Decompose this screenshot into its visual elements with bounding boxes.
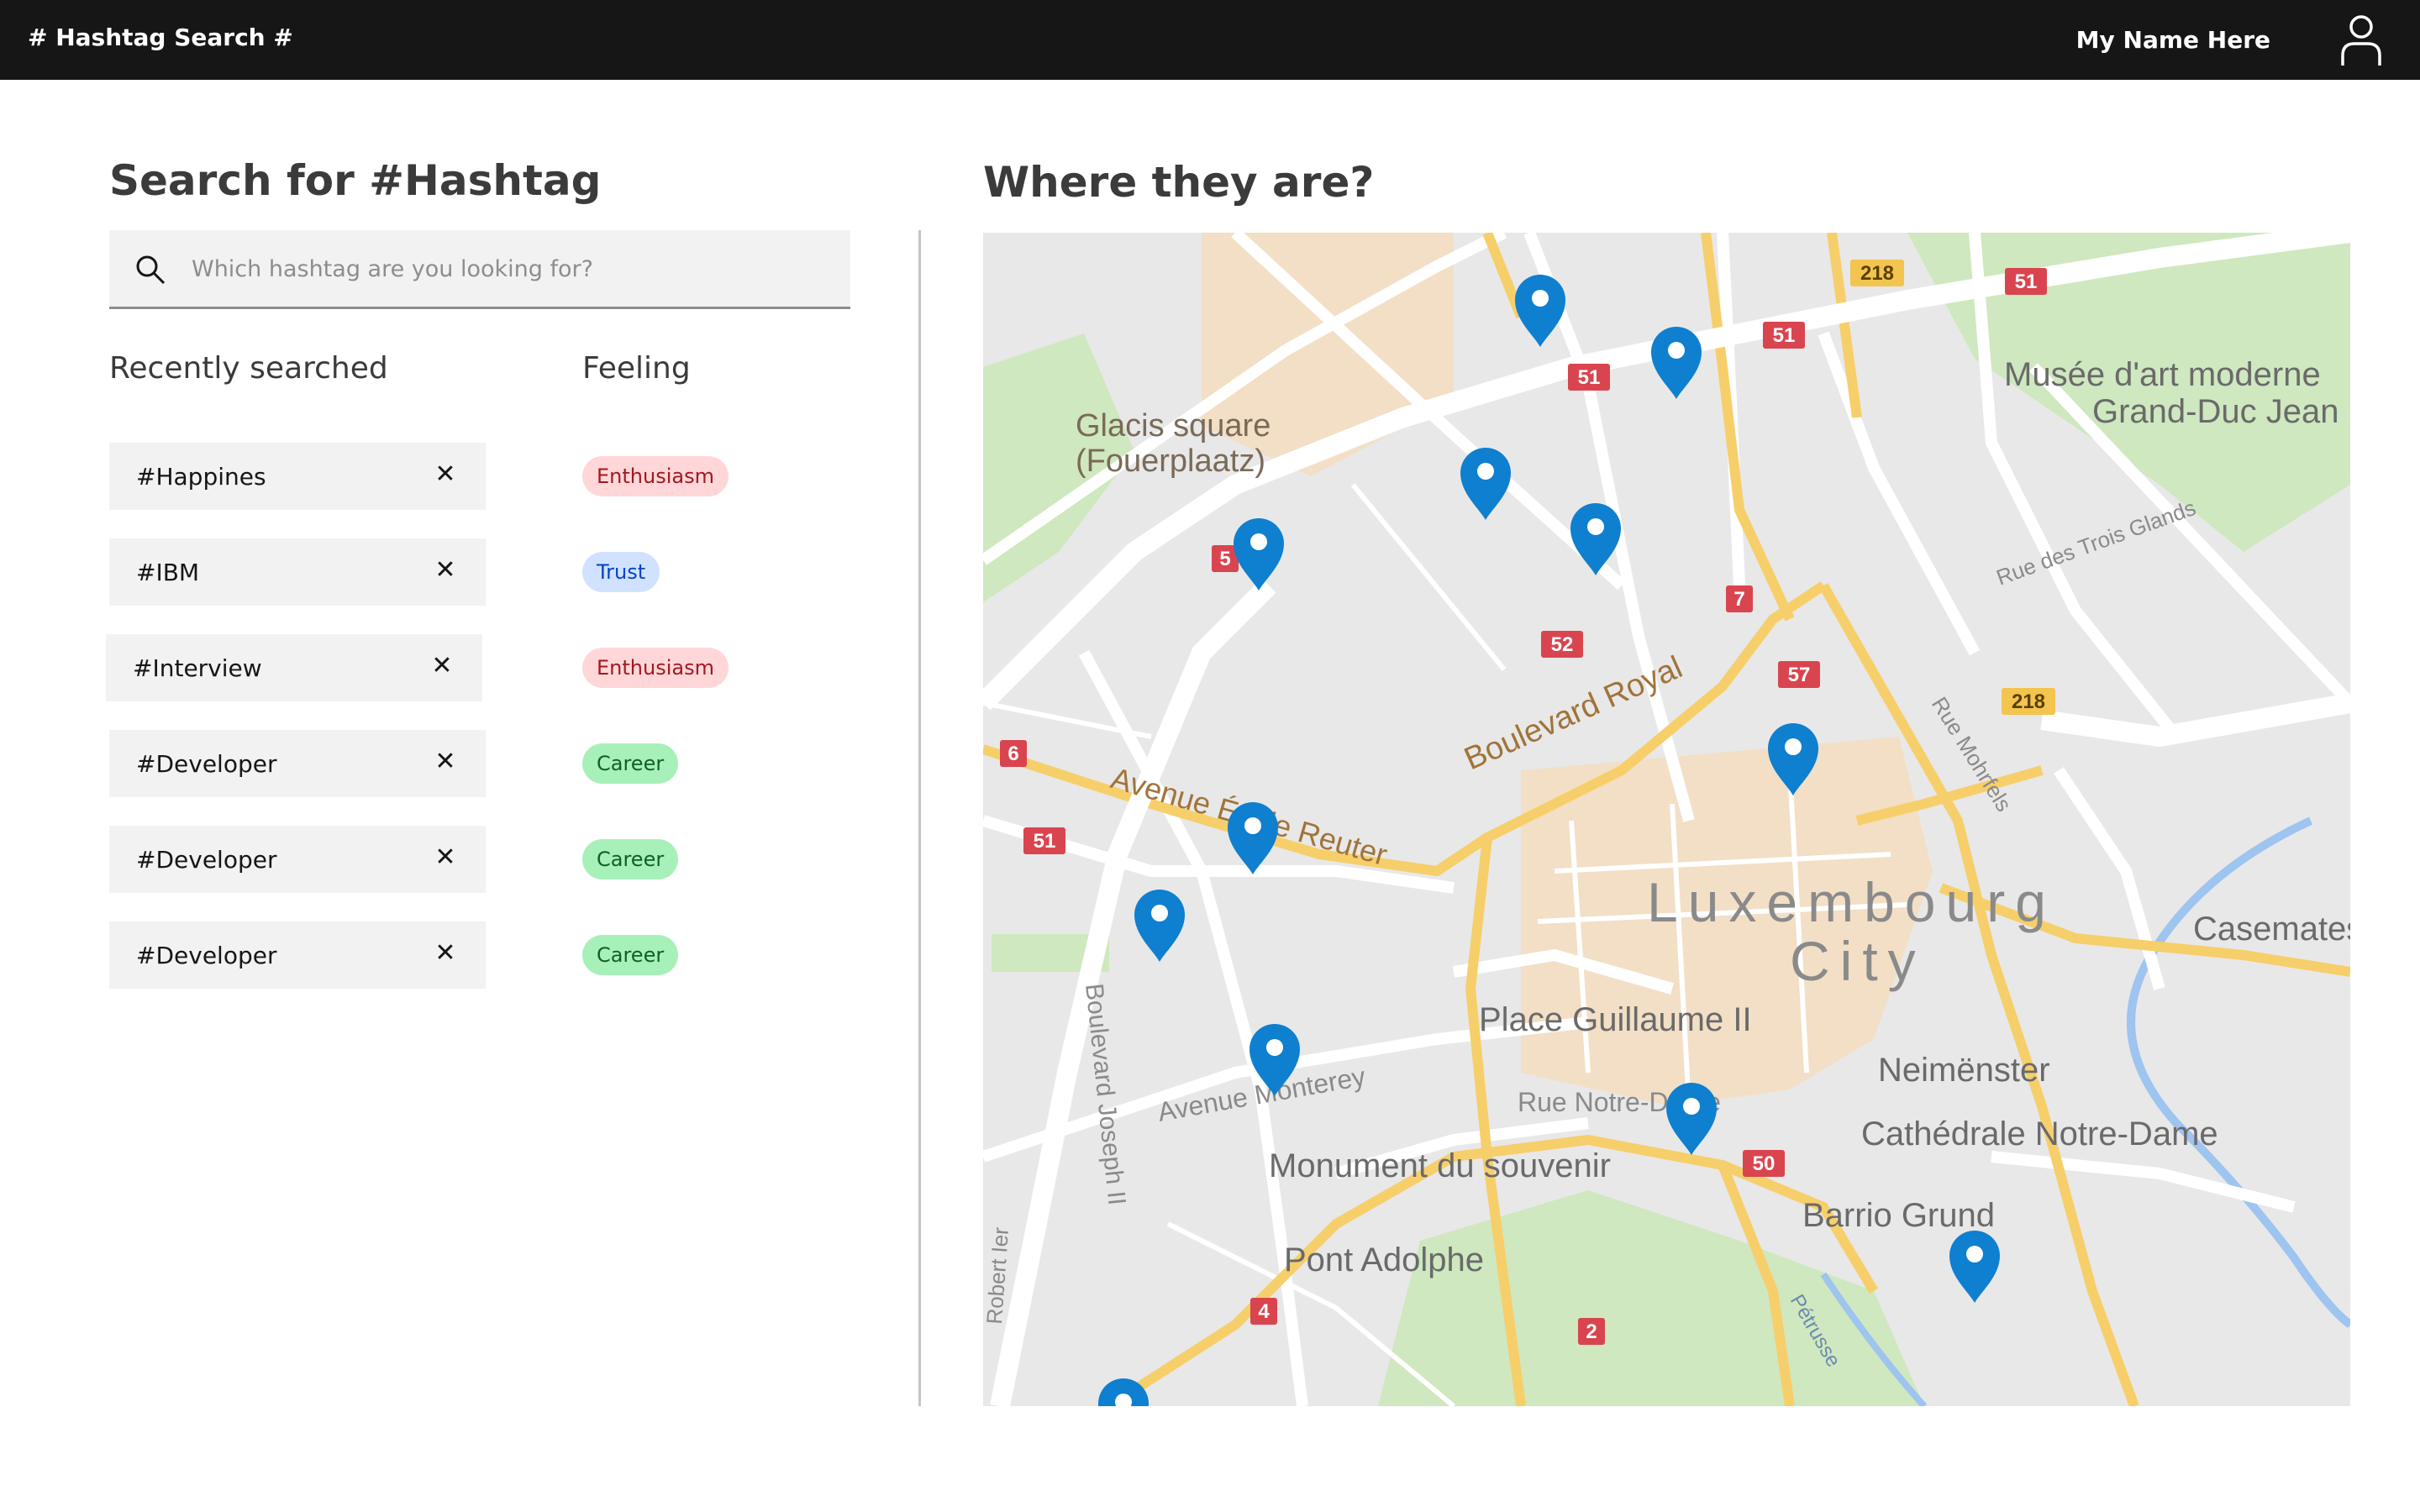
road-shield: 51 <box>1023 827 1065 854</box>
road-shield: 57 <box>1778 661 1820 688</box>
road-shield: 7 <box>1726 585 1753 612</box>
user-name[interactable]: My Name Here <box>2076 26 2270 54</box>
feeling-heading: Feeling <box>582 351 691 386</box>
svg-text:57: 57 <box>1788 664 1811 686</box>
search-icon <box>136 255 166 285</box>
svg-text:218: 218 <box>2012 690 2045 713</box>
history-chip[interactable]: #Interview ✕ <box>106 634 482 701</box>
road-shield: 51 <box>1763 322 1805 349</box>
history-chip[interactable]: #Developer ✕ <box>109 826 486 893</box>
label-glacis: Glacis square <box>1076 408 1270 444</box>
svg-text:51: 51 <box>2015 270 2038 293</box>
history-chip-label: #Developer <box>136 750 277 778</box>
feeling-tag: Career <box>582 935 679 975</box>
map[interactable]: Glacis square (Fouerplaatz) Musée d'art … <box>983 233 2350 1406</box>
svg-text:51: 51 <box>1578 366 1601 389</box>
close-icon[interactable]: ✕ <box>427 839 464 876</box>
svg-text:7: 7 <box>1733 588 1744 611</box>
label-city: City <box>1790 930 1926 992</box>
label-monument: Monument du souvenir <box>1269 1147 1611 1184</box>
history-chip-label: #Interview <box>133 654 262 682</box>
road-shield: 51 <box>2005 268 2047 295</box>
road-shield: 51 <box>1568 364 1610 391</box>
road-shield: 218 <box>1850 260 1904 286</box>
label-place-guillaume: Place Guillaume II <box>1479 1001 1752 1038</box>
feeling-tag: Trust <box>582 552 660 592</box>
svg-text:4: 4 <box>1258 1300 1270 1323</box>
road-shield: 218 <box>2002 688 2055 715</box>
panel-divider <box>918 230 921 1406</box>
history-chip[interactable]: #Developer ✕ <box>109 921 486 989</box>
feeling-tag: Career <box>582 839 679 879</box>
label-musee1: Musée d'art moderne <box>2004 356 2321 393</box>
app-title[interactable]: # Hashtag Search # <box>28 24 293 51</box>
map-title: Where they are? <box>983 158 1375 207</box>
svg-text:2: 2 <box>1586 1320 1597 1343</box>
road-shield: 6 <box>1000 740 1027 767</box>
history-chip-label: #Developer <box>136 942 277 969</box>
svg-text:218: 218 <box>1860 262 1894 285</box>
feeling-tag: Enthusiasm <box>582 648 729 688</box>
label-casemates: Casemates <box>2193 911 2350 948</box>
road-shield: 52 <box>1541 631 1583 658</box>
svg-text:51: 51 <box>1773 324 1796 347</box>
label-barrio-grund: Barrio Grund <box>1802 1197 1995 1234</box>
top-bar: # Hashtag Search # My Name Here <box>0 0 2420 80</box>
close-icon[interactable]: ✕ <box>424 648 460 685</box>
road-shield: 2 <box>1578 1318 1605 1345</box>
svg-text:51: 51 <box>1034 830 1056 853</box>
search-input[interactable] <box>190 230 832 307</box>
search-box[interactable] <box>109 230 850 309</box>
history-chip-label: #Happines <box>136 463 266 491</box>
user-icon[interactable] <box>2338 13 2385 67</box>
close-icon[interactable]: ✕ <box>427 552 464 589</box>
feeling-tag: Enthusiasm <box>582 456 729 496</box>
label-neimenster: Neimënster <box>1878 1052 2050 1089</box>
close-icon[interactable]: ✕ <box>427 456 464 493</box>
close-icon[interactable]: ✕ <box>427 935 464 972</box>
road-shield: 50 <box>1743 1150 1785 1177</box>
history-chip[interactable]: #IBM ✕ <box>109 538 486 606</box>
history-chip[interactable]: #Happines ✕ <box>109 443 486 510</box>
recently-searched-heading: Recently searched <box>109 351 388 386</box>
label-fouerplaatz: (Fouerplaatz) <box>1076 444 1265 479</box>
search-title: Search for #Hashtag <box>109 156 602 205</box>
history-chip[interactable]: #Developer ✕ <box>109 730 486 797</box>
label-cathedrale: Cathédrale Notre-Dame <box>1861 1116 2218 1152</box>
history-chip-label: #Developer <box>136 846 277 874</box>
feeling-tag: Career <box>582 743 679 784</box>
svg-text:6: 6 <box>1007 743 1018 765</box>
label-pont-adolphe: Pont Adolphe <box>1284 1242 1484 1278</box>
road-shield: 4 <box>1250 1298 1277 1325</box>
svg-text:50: 50 <box>1753 1152 1776 1175</box>
close-icon[interactable]: ✕ <box>427 743 464 780</box>
svg-text:52: 52 <box>1551 633 1574 656</box>
label-luxembourg: Luxembourg <box>1647 871 2056 933</box>
label-musee2: Grand-Duc Jean <box>2092 393 2338 430</box>
svg-text:5: 5 <box>1219 548 1230 570</box>
history-chip-label: #IBM <box>136 559 200 586</box>
